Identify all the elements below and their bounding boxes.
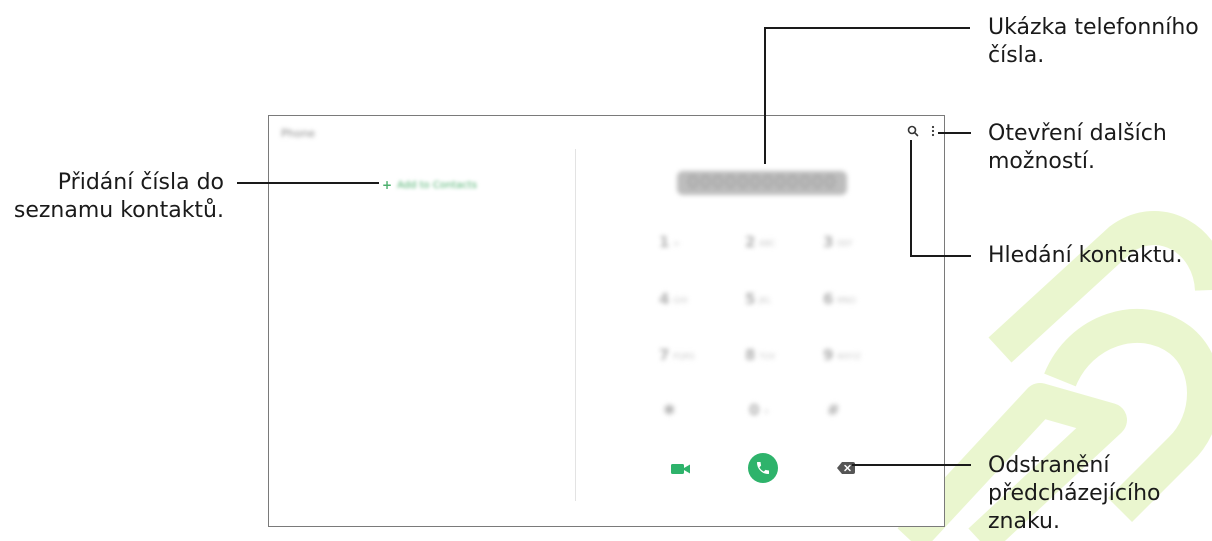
- app-title: Phone: [281, 127, 316, 140]
- key-3[interactable]: 3 DEF: [823, 233, 857, 253]
- callout-delete-character: Odstranění předcházejícího znaku.: [988, 453, 1161, 534]
- video-call-icon[interactable]: [671, 462, 691, 476]
- search-icon[interactable]: [906, 124, 920, 138]
- key-hash[interactable]: #: [827, 401, 861, 421]
- callout-more-options: Otevření dalších možností.: [988, 121, 1167, 174]
- callout-line-more-options: [938, 132, 971, 134]
- tablet-screen: Phone + Add to Contacts 000000000000 1 ∞…: [268, 115, 945, 527]
- key-0[interactable]: 0 +: [749, 401, 783, 421]
- key-4[interactable]: 4 GHI: [659, 290, 693, 310]
- callout-line-add-contact: [237, 182, 379, 184]
- callout-line-search-horizontal: [910, 255, 971, 257]
- key-star[interactable]: ✱: [663, 401, 697, 421]
- key-6[interactable]: 6 MNO: [823, 290, 857, 310]
- key-1[interactable]: 1 ∞: [659, 233, 693, 253]
- panel-divider: [575, 149, 576, 501]
- plus-icon: +: [382, 178, 393, 192]
- key-7[interactable]: 7 PQRS: [659, 346, 695, 366]
- key-2[interactable]: 2 ABC: [745, 233, 779, 253]
- add-to-contacts-label: Add to Contacts: [397, 179, 477, 191]
- more-options-icon[interactable]: [926, 124, 940, 138]
- callout-add-to-contacts: Přidání čísla do seznamu kontaktů.: [13, 170, 224, 223]
- key-5[interactable]: 5 JKL: [745, 290, 779, 310]
- callout-line-number-preview-vertical: [764, 27, 766, 164]
- call-button[interactable]: [748, 453, 778, 483]
- callout-phone-number-preview: Ukázka telefonního čísla.: [988, 15, 1199, 68]
- phone-number-display[interactable]: 000000000000: [677, 171, 847, 195]
- key-9[interactable]: 9 WXYZ: [823, 346, 861, 366]
- callout-line-backspace: [852, 464, 971, 466]
- phone-call-icon: [757, 462, 769, 474]
- key-8[interactable]: 8 TUV: [745, 346, 779, 366]
- add-to-contacts-button[interactable]: + Add to Contacts: [382, 179, 477, 191]
- callout-search-contact: Hledání kontaktu.: [988, 243, 1183, 268]
- callout-line-number-preview-horizontal: [764, 27, 970, 29]
- callout-line-search-vertical: [910, 140, 912, 257]
